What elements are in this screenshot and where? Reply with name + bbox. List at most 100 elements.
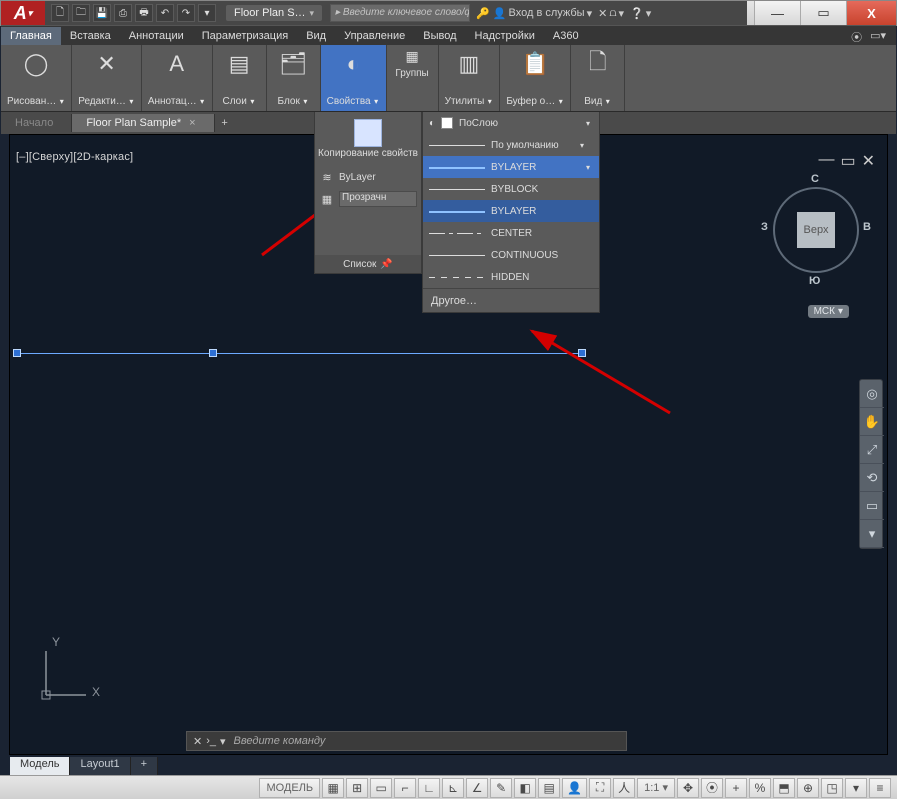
qat-save-icon[interactable]: 💾 (93, 4, 111, 22)
pin-icon[interactable]: 📌 (380, 259, 392, 270)
ribbon-panel-Группы[interactable]: ▦Группы (387, 45, 439, 111)
linetype-row-CENTER[interactable]: CENTER (423, 222, 599, 244)
linetype-row-BYBLOCK[interactable]: BYBLOCK (423, 178, 599, 200)
status-btn-21[interactable]: ▾ (845, 778, 867, 798)
signin-button[interactable]: 🔑 👤 Вход в службы ▾ (476, 7, 592, 20)
viewcube-east[interactable]: В (863, 221, 871, 233)
layout-tab-add[interactable]: + (131, 757, 158, 775)
canvas-max-icon[interactable]: ▭ (840, 151, 855, 171)
ribbon-panel-Вид[interactable]: 🗋Вид▾ (571, 45, 625, 111)
ribbon-panel-Слои[interactable]: ▤Слои▾ (213, 45, 267, 111)
status-btn-0[interactable]: ▦ (322, 778, 344, 798)
ribbon-panel-Аннотац…[interactable]: AАннотац…▾ (142, 45, 213, 111)
ribbon-tab-3[interactable]: Параметризация (193, 27, 297, 45)
status-btn-22[interactable]: ≡ (869, 778, 891, 798)
linetype-other[interactable]: Другое… (423, 288, 599, 312)
viewcube-south[interactable]: Ю (809, 275, 820, 287)
cmd-config-icon[interactable]: ▾ (220, 735, 226, 748)
properties-footer[interactable]: Список 📌 (315, 255, 421, 273)
status-model[interactable]: МОДЕЛЬ (259, 778, 320, 798)
doc-tab-0[interactable]: Начало (1, 114, 72, 132)
viewcube[interactable]: Верх С З В Ю (767, 175, 865, 295)
search-input[interactable]: ▸ Введите ключевое слово/фразу (330, 4, 470, 22)
status-btn-15[interactable]: ⦿ (701, 778, 723, 798)
ribbon-tab-5[interactable]: Управление (335, 27, 414, 45)
status-btn-6[interactable]: ∠ (466, 778, 488, 798)
panel-dd-icon[interactable]: ▾ (199, 97, 206, 106)
status-btn-8[interactable]: ◧ (514, 778, 536, 798)
nav-zoom-icon[interactable]: ⤢ (860, 436, 884, 464)
layout-tab-Layout1[interactable]: Layout1 (70, 757, 130, 775)
help-button[interactable]: ❔ ▾ (630, 7, 651, 20)
document-title-dd-icon[interactable]: ▾ (310, 8, 315, 19)
qat-new-icon[interactable]: 🗋 (51, 4, 69, 22)
status-btn-19[interactable]: ⊕ (797, 778, 819, 798)
qat-more-icon[interactable]: ▾ (198, 4, 216, 22)
ribbon-tab-4[interactable]: Вид (297, 27, 335, 45)
ribbon-panel-Утилиты[interactable]: ▥Утилиты▾ (439, 45, 501, 111)
panel-dd-icon[interactable]: ▾ (128, 97, 135, 106)
tab-extra-bullet-icon[interactable]: ⦿ (851, 29, 862, 45)
panel-dd-icon[interactable]: ▾ (302, 97, 309, 106)
panel-dd-icon[interactable]: ▾ (58, 97, 65, 106)
panel-dd-icon[interactable]: ▾ (486, 97, 493, 106)
viewcube-face[interactable]: Верх (797, 212, 835, 248)
ribbon-panel-Редакти…[interactable]: ✕Редакти…▾ (72, 45, 142, 111)
window-minimize[interactable]: — (754, 1, 800, 25)
ribbon-panel-Буфер о…[interactable]: 📋Буфер о…▾ (500, 45, 571, 111)
panel-dd-icon[interactable]: ▾ (249, 97, 256, 106)
doc-tab-add[interactable]: + (215, 117, 235, 129)
cmd-close-icon[interactable]: ✕ (193, 735, 202, 748)
ribbon-tab-2[interactable]: Аннотации (120, 27, 193, 45)
status-btn-9[interactable]: ▤ (538, 778, 560, 798)
status-btn-4[interactable]: ∟ (418, 778, 440, 798)
ribbon-tab-8[interactable]: A360 (544, 27, 588, 45)
wcs-badge[interactable]: МСК▾ (808, 305, 849, 318)
status-btn-2[interactable]: ▭ (370, 778, 392, 798)
ribbon-panel-Рисован…[interactable]: ◯Рисован…▾ (1, 45, 72, 111)
status-btn-14[interactable]: ✥ (677, 778, 699, 798)
status-btn-18[interactable]: ⬒ (773, 778, 795, 798)
nav-dd-icon[interactable]: ▾ (860, 520, 884, 548)
linetype-row-BYLAYER[interactable]: BYLAYER▾ (423, 156, 599, 178)
linetype-row-По умолчанию[interactable]: По умолчанию▾ (423, 134, 599, 156)
panel-dd-icon[interactable]: ▾ (604, 97, 611, 106)
status-btn-10[interactable]: 👤 (562, 778, 587, 798)
grip-end[interactable] (578, 349, 586, 357)
ribbon-tab-0[interactable]: Главная (1, 27, 61, 45)
qat-undo-icon[interactable]: ↶ (156, 4, 174, 22)
command-line[interactable]: ✕ ›_ ▾ Введите команду (186, 731, 627, 751)
nav-pan-icon[interactable]: ✋ (860, 408, 884, 436)
linetype-row-HIDDEN[interactable]: HIDDEN (423, 266, 599, 288)
layout-tab-Модель[interactable]: Модель (10, 757, 70, 775)
qat-open-icon[interactable]: 🗀 (72, 4, 90, 22)
bylayer-row[interactable]: ≋ ByLayer (315, 166, 421, 188)
app-logo[interactable]: A▾ (1, 1, 45, 25)
nav-showmotion-icon[interactable]: ▭ (860, 492, 884, 520)
nav-wheel-icon[interactable]: ◎ (860, 380, 884, 408)
match-properties-button[interactable]: Копирование свойств (315, 112, 421, 166)
transparency-field[interactable]: Прозрачн (339, 191, 417, 207)
doc-tab-1[interactable]: Floor Plan Sample*× (72, 114, 214, 132)
ribbon-panel-Блок[interactable]: 🗂Блок▾ (267, 45, 321, 111)
object-color-row[interactable]: ◐ ПоСлою ▾ (423, 112, 599, 134)
status-btn-17[interactable]: % (749, 778, 771, 798)
ribbon-panel-Свойства[interactable]: ◐Свойства▾ (321, 45, 387, 111)
selected-line[interactable] (16, 353, 582, 354)
status-btn-5[interactable]: ⊾ (442, 778, 464, 798)
view-label[interactable]: [–][Сверху][2D-каркас] (16, 151, 133, 163)
panel-dd-icon[interactable]: ▾ (373, 97, 380, 106)
ribbon-tab-6[interactable]: Вывод (414, 27, 465, 45)
qat-redo-icon[interactable]: ↷ (177, 4, 195, 22)
canvas-min-icon[interactable]: — (818, 151, 834, 171)
window-close[interactable]: X (846, 1, 896, 25)
ribbon-tab-1[interactable]: Вставка (61, 27, 120, 45)
window-maximize[interactable]: ▭ (800, 1, 846, 25)
qat-saveas-icon[interactable]: ⎙ (114, 4, 132, 22)
linetype-row-BYLAYER[interactable]: BYLAYER (423, 200, 599, 222)
grip-start[interactable] (13, 349, 21, 357)
viewcube-north[interactable]: С (811, 173, 819, 185)
linetype-dd-icon[interactable]: ▾ (583, 163, 593, 172)
status-btn-13[interactable]: 1:1 ▾ (637, 778, 675, 798)
status-btn-3[interactable]: ⌐ (394, 778, 416, 798)
